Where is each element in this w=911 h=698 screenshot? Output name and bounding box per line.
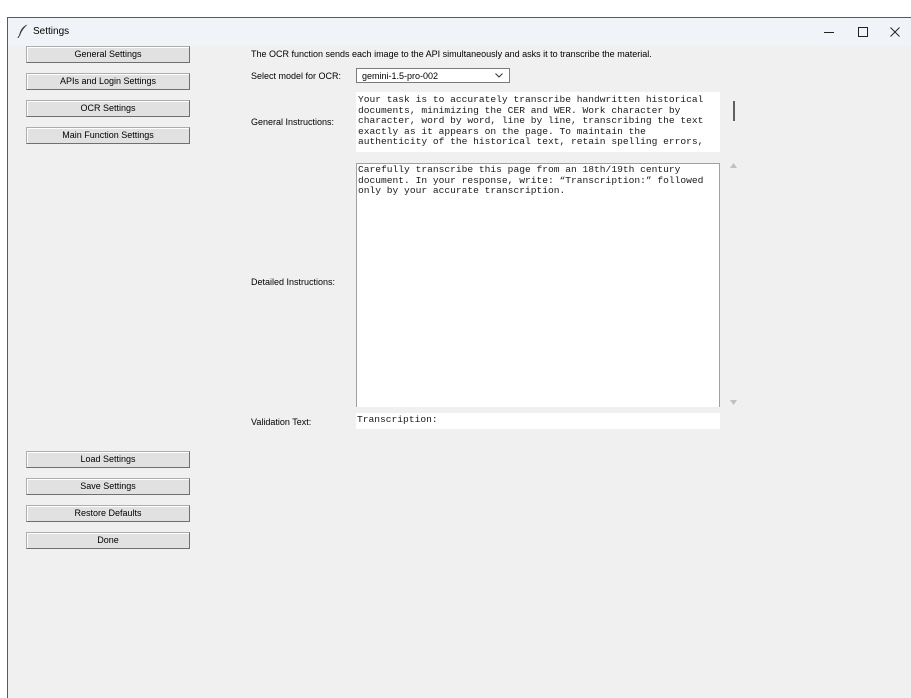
main-function-settings-button[interactable]: Main Function Settings [26,127,190,144]
scroll-up-arrow-icon[interactable] [730,163,737,168]
close-icon [890,27,900,37]
model-label: Select model for OCR: [251,71,342,81]
validation-text-input[interactable]: Transcription: [356,413,720,429]
validation-text-label: Validation Text: [251,417,312,427]
chevron-down-icon [495,73,503,78]
general-instructions-label: General Instructions: [251,117,335,127]
close-button[interactable] [879,18,911,46]
maximize-icon [858,27,868,37]
detailed-instructions-textarea[interactable]: Carefully transcribe this page from an 1… [356,163,720,407]
feather-icon [17,24,28,38]
apis-login-settings-button[interactable]: APIs and Login Settings [26,73,190,90]
maximize-button[interactable] [847,18,879,46]
ocr-description: The OCR function sends each image to the… [251,49,652,59]
restore-defaults-button[interactable]: Restore Defaults [26,505,190,522]
window-title: Settings [33,26,70,37]
detailed-instructions-label: Detailed Instructions: [251,277,336,287]
minimize-button[interactable] [813,18,845,46]
minimize-icon [824,32,834,33]
model-select-value: gemini-1.5-pro-002 [362,71,439,81]
title-bar[interactable]: Settings [8,18,911,46]
settings-window: Settings General Settings APIs and Login… [7,17,911,698]
model-select[interactable]: gemini-1.5-pro-002 [356,68,510,83]
general-instructions-scrollbar-thumb[interactable] [733,101,735,121]
done-button[interactable]: Done [26,532,190,549]
load-settings-button[interactable]: Load Settings [26,451,190,468]
scroll-down-arrow-icon[interactable] [730,400,737,405]
general-instructions-textarea[interactable]: Your task is to accurately transcribe ha… [356,92,720,152]
general-settings-button[interactable]: General Settings [26,46,190,63]
save-settings-button[interactable]: Save Settings [26,478,190,495]
ocr-settings-button[interactable]: OCR Settings [26,100,190,117]
